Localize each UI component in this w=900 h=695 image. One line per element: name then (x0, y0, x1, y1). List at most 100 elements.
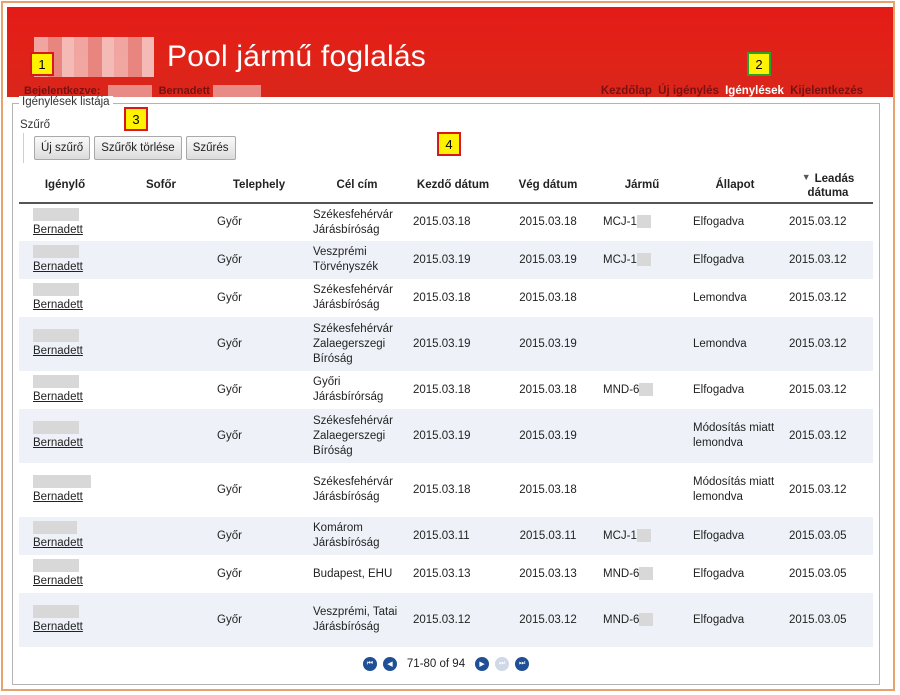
cell-vehicle: MND-6 (597, 593, 687, 647)
table-row: Bernadett Győr Veszprémi, Tatai Járásbírós… (19, 593, 873, 647)
cell-status: Lemondva (693, 291, 747, 304)
cell-driver (111, 593, 211, 647)
table-row: Bernadett Győr Székesfehérvár Járásbíróság… (19, 279, 873, 317)
col-header-driver[interactable]: Sofőr (111, 168, 211, 204)
col-header-requester[interactable]: Igénylő (19, 168, 111, 204)
cell-vehicle: MCJ-1 (597, 241, 687, 279)
cell-requester: Bernadett (19, 279, 111, 317)
col-header-vehicle[interactable]: Jármű (597, 168, 687, 204)
table-row: Bernadett Győr Székesfehérvár Zalaegerszeg… (19, 317, 873, 371)
cell-start-date: 2015.03.18 (413, 216, 471, 228)
cell-submitted-date: 2015.03.12 (783, 409, 873, 463)
redacted-name (33, 521, 77, 534)
cell-start-date: 2015.03.19 (407, 241, 499, 279)
table-row: Bernadett Győr Budapest, EHU 2015.03.13 2015… (19, 555, 873, 593)
redacted-plate (636, 252, 651, 266)
cell-vehicle: MCJ-1 (597, 517, 687, 555)
redacted-plate (639, 382, 654, 396)
redacted-name (33, 605, 79, 618)
cell-end-date: 2015.03.18 (519, 483, 577, 496)
cell-driver (111, 463, 211, 517)
cell-destination: Székesfehérvár Járásbíróság (313, 284, 393, 311)
requester-link[interactable]: Bernadett (33, 299, 83, 311)
filter-toolbar: Új szűrő Szűrők törlése Szűrés (23, 133, 246, 163)
cell-submitted-date: 2015.03.12 (783, 317, 873, 371)
cell-destination: Győri Járásbírórság (313, 376, 384, 403)
prev-page-icon[interactable]: ◀ (382, 657, 397, 671)
redacted-name (33, 375, 79, 388)
col-header-status[interactable]: Állapot (687, 168, 783, 204)
redacted-name (33, 245, 79, 258)
table-row: Bernadett Győr Székesfehérvár Járásbíróság… (19, 203, 873, 241)
pager-info: 71-80 of 94 (406, 658, 466, 670)
table-row: Bernadett Győr Komárom Járásbíróság 2015.03… (19, 517, 873, 555)
cell-submitted-date: 2015.03.12 (783, 241, 873, 279)
requester-link[interactable]: Bernadett (33, 391, 83, 403)
first-page-icon[interactable]: ⏮ (362, 657, 377, 671)
vehicle-plate: MND-6 (603, 567, 640, 580)
col-header-destination[interactable]: Cél cím (307, 168, 407, 204)
clear-filters-button[interactable]: Szűrők törlése (94, 136, 182, 160)
requester-link[interactable]: Bernadett (33, 621, 83, 633)
sort-desc-icon: ▼ (801, 172, 811, 182)
cell-destination: Budapest, EHU (313, 567, 393, 580)
redacted-name (33, 329, 79, 342)
requester-link[interactable]: Bernadett (33, 345, 83, 357)
cell-status: Elfogadva (687, 241, 783, 279)
cell-driver (111, 517, 211, 555)
cell-vehicle: MND-6 (597, 555, 687, 593)
login-user-name: Bernadett (158, 85, 210, 97)
cell-driver (111, 203, 211, 241)
cell-end-date: 2015.03.11 (499, 517, 597, 555)
requester-link[interactable]: Bernadett (33, 261, 83, 273)
cell-destination: Székesfehérvár Zalaegerszegi Bíróság (307, 317, 407, 371)
cell-vehicle (597, 317, 687, 371)
cell-submitted-date: 2015.03.05 (783, 593, 873, 647)
cell-site: Győr (211, 241, 307, 279)
requester-link[interactable]: Bernadett (33, 537, 83, 549)
cell-vehicle: MND-6 (597, 371, 687, 409)
requester-link[interactable]: Bernadett (33, 224, 83, 236)
redacted-suffix (212, 85, 261, 98)
cell-site: Győr (217, 291, 242, 304)
cell-requester: Bernadett (19, 409, 111, 463)
cell-requester: Bernadett (19, 463, 111, 517)
next-page-icon[interactable]: ▶ (475, 657, 490, 671)
cell-site: Győr (217, 567, 242, 580)
cell-start-date: 2015.03.13 (413, 567, 471, 580)
nav-logout[interactable]: Kijelentkezés (790, 85, 863, 97)
vehicle-plate: MND-6 (603, 383, 640, 396)
vehicle-plate: MCJ-1 (603, 216, 637, 228)
col-header-site[interactable]: Telephely (211, 168, 307, 204)
cell-driver (111, 317, 211, 371)
nav-new-request[interactable]: Új igénylés (658, 85, 719, 97)
filter-button[interactable]: Szűrés (185, 136, 236, 160)
cell-end-date: 2015.03.18 (519, 383, 577, 396)
redacted-surname (107, 85, 152, 98)
panel-title: Igénylések listája (19, 96, 113, 108)
requester-link[interactable]: Bernadett (33, 437, 83, 449)
cell-start-date: 2015.03.18 (413, 291, 471, 304)
nav-home[interactable]: Kezdőlap (601, 85, 652, 97)
cell-destination: Székesfehérvár Zalaegerszegi Bíróság (307, 409, 407, 463)
last-page-icon[interactable]: ⏭ (515, 657, 530, 671)
requester-link[interactable]: Bernadett (33, 575, 83, 587)
col-header-start-date[interactable]: Kezdő dátum (407, 168, 499, 204)
nav-requests[interactable]: Igénylések (725, 85, 784, 97)
vehicle-plate: MND-6 (603, 613, 640, 626)
new-filter-button[interactable]: Új szűrő (34, 136, 91, 160)
table-row: Bernadett Győr Győri Járásbírórság 2015.03.… (19, 371, 873, 409)
cell-site: Győr (217, 216, 242, 228)
cell-site: Győr (211, 593, 307, 647)
col-header-end-date[interactable]: Vég dátum (499, 168, 597, 204)
cell-status: Elfogadva (693, 383, 745, 396)
col-header-submitted-date[interactable]: ▼ Leadás dátuma (783, 168, 873, 204)
vehicle-plate: MCJ-1 (603, 253, 637, 266)
cell-submitted-date: 2015.03.05 (789, 567, 847, 580)
cell-requester: Bernadett (19, 317, 111, 371)
next-more-icon: ⏭ (495, 657, 510, 671)
cell-start-date: 2015.03.19 (407, 317, 499, 371)
requester-link[interactable]: Bernadett (33, 491, 83, 503)
redacted-plate (639, 566, 654, 580)
cell-site: Győr (217, 383, 242, 396)
